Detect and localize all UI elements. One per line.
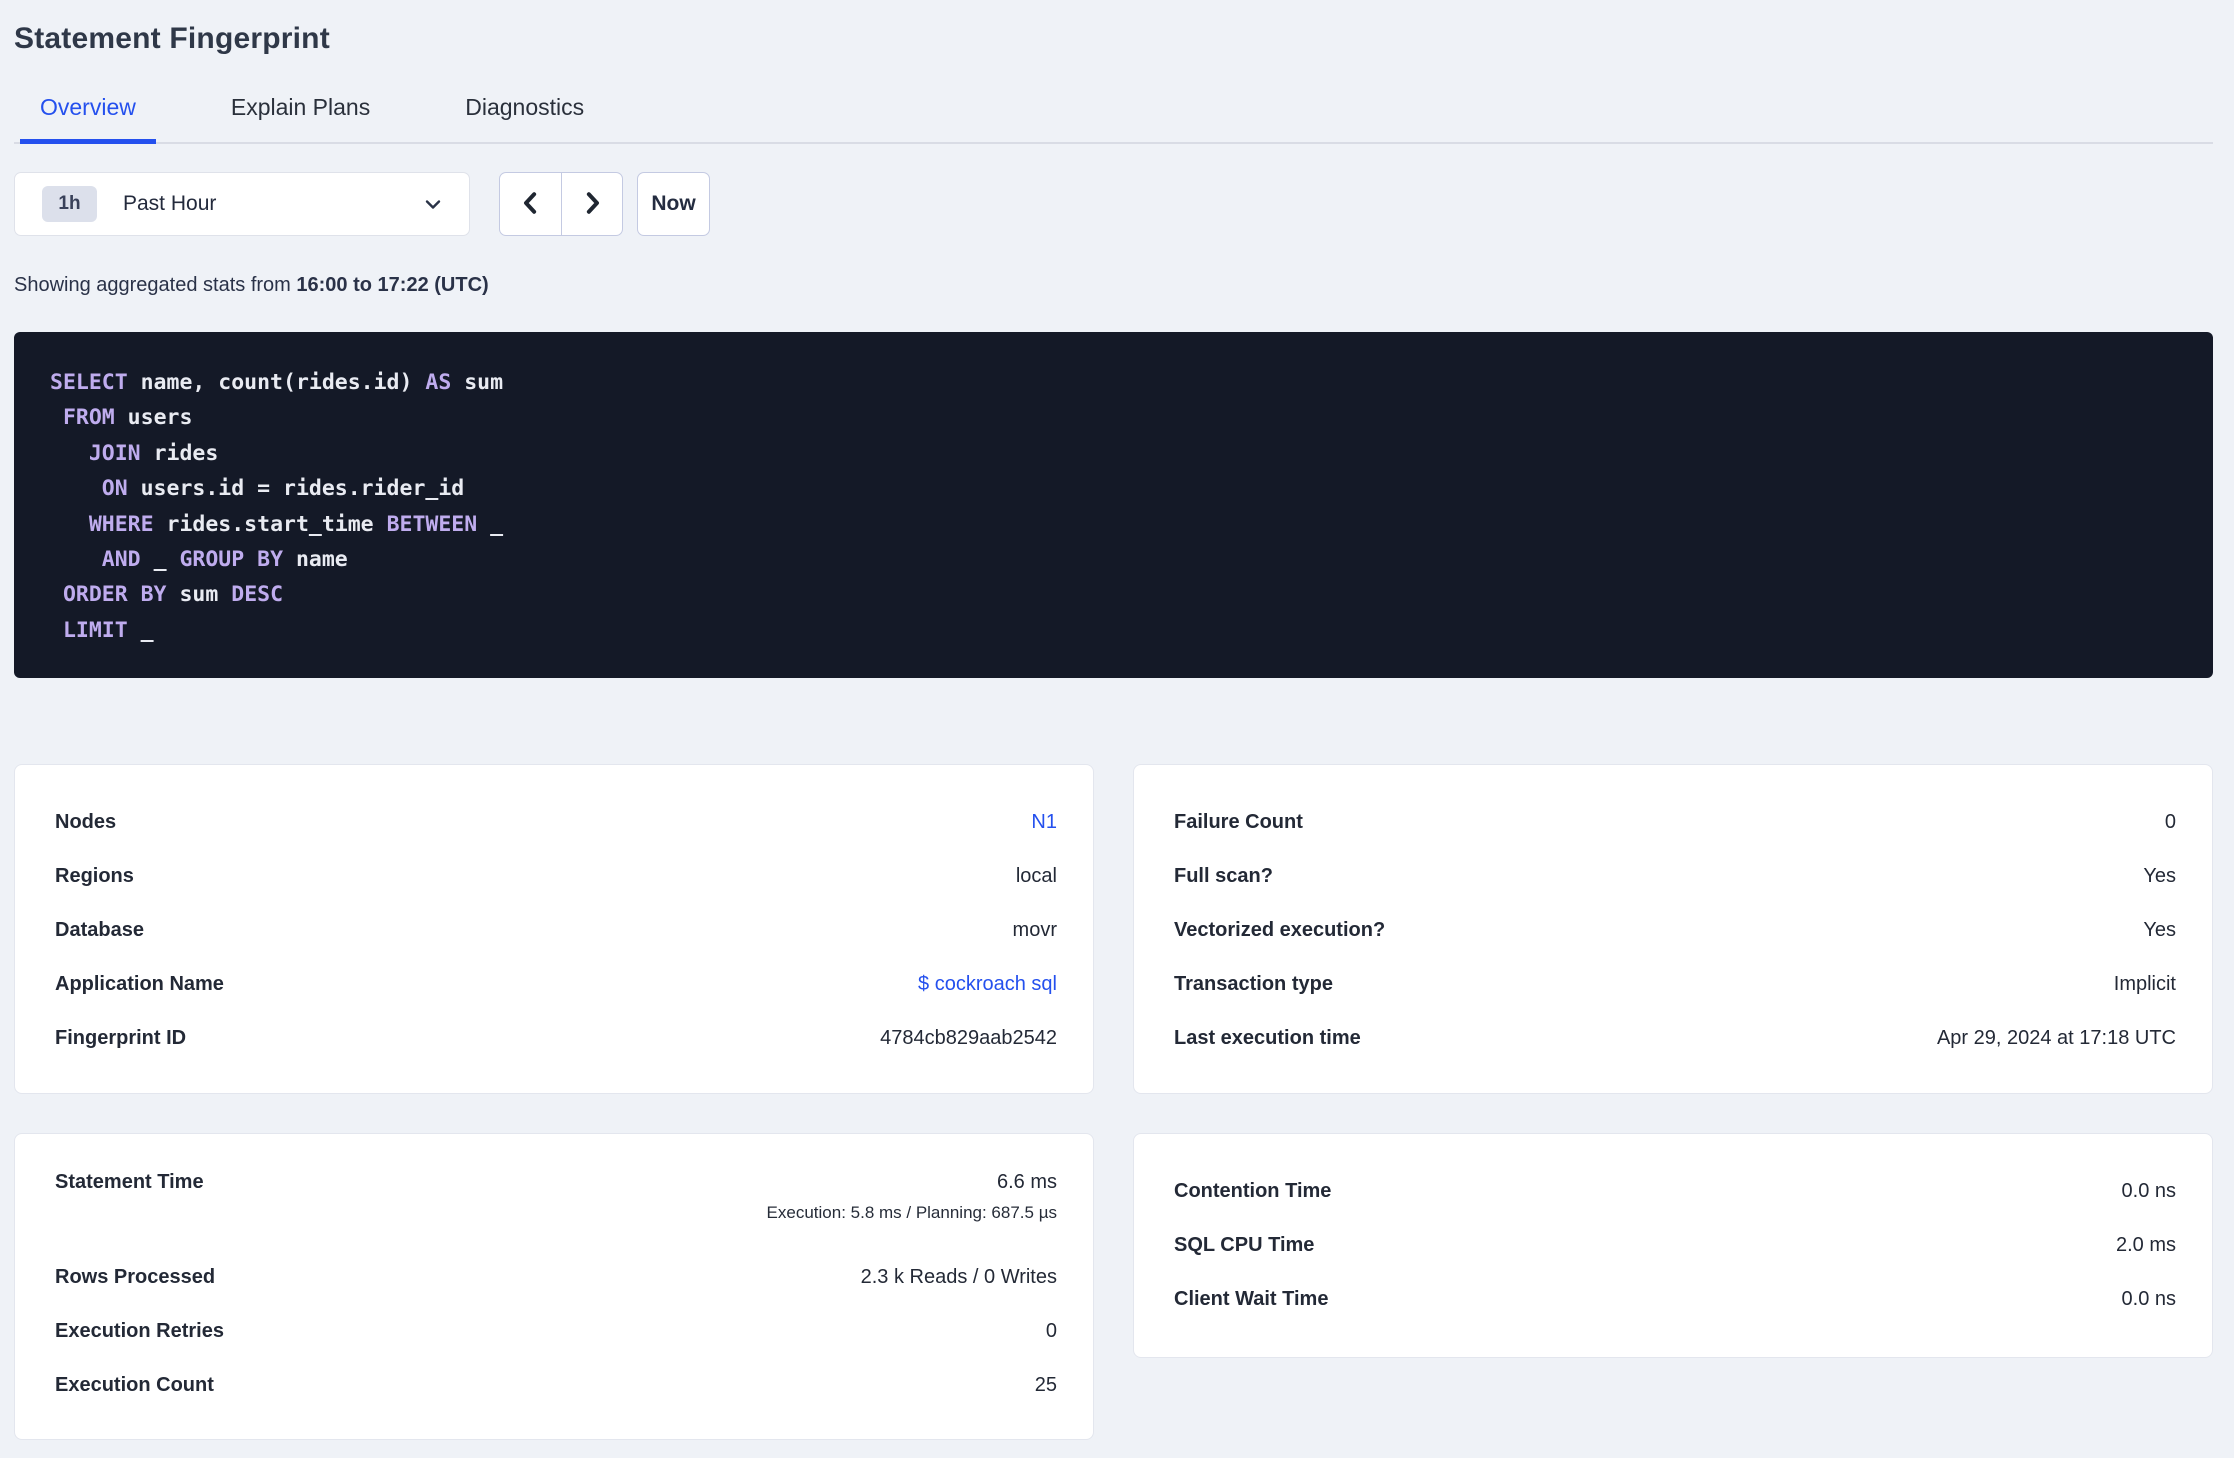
- row-full-scan: Full scan? Yes: [1174, 849, 2176, 903]
- row-value: 4784cb829aab2542: [880, 1026, 1057, 1049]
- row-label: Rows Processed: [55, 1265, 216, 1288]
- row-label: Client Wait Time: [1174, 1287, 1329, 1310]
- row-failure-count: Failure Count 0: [1174, 795, 2176, 849]
- tab-overview[interactable]: Overview: [20, 94, 156, 144]
- row-value: 25: [1034, 1373, 1057, 1396]
- row-execution-count: Execution Count 25: [55, 1358, 1057, 1412]
- row-value: Yes: [2143, 864, 2176, 887]
- chevron-left-icon: [516, 188, 546, 221]
- chevron-right-icon: [577, 188, 607, 221]
- row-value: Implicit: [2113, 972, 2176, 995]
- row-label: Vectorized execution?: [1174, 918, 1386, 941]
- row-value: 0.0 ns: [2121, 1179, 2176, 1202]
- row-value: 2.0 ms: [2115, 1233, 2176, 1256]
- row-value: 0: [1045, 1319, 1057, 1342]
- prev-time-button[interactable]: [500, 173, 561, 235]
- row-vectorized-execution: Vectorized execution? Yes: [1174, 903, 2176, 957]
- time-step-button-group: [499, 172, 623, 236]
- row-label: Contention Time: [1174, 1179, 1332, 1202]
- row-fingerprint-id: Fingerprint ID 4784cb829aab2542: [55, 1011, 1057, 1065]
- row-rows-processed: Rows Processed 2.3 k Reads / 0 Writes: [55, 1250, 1057, 1304]
- row-value: 0.0 ns: [2121, 1287, 2176, 1310]
- row-label: Transaction type: [1174, 972, 1333, 995]
- row-application-name: Application Name $ cockroach sql: [55, 957, 1057, 1011]
- row-label: Nodes: [55, 810, 117, 833]
- row-subvalue: Execution: 5.8 ms / Planning: 687.5 µs: [766, 1203, 1057, 1222]
- row-label: SQL CPU Time: [1174, 1233, 1315, 1256]
- chevron-down-icon: [421, 192, 445, 216]
- now-button[interactable]: Now: [637, 172, 710, 236]
- tab-diagnostics[interactable]: Diagnostics: [445, 94, 604, 142]
- row-last-execution-time: Last execution time Apr 29, 2024 at 17:1…: [1174, 1011, 2176, 1065]
- next-time-button[interactable]: [561, 173, 622, 235]
- time-range-dropdown[interactable]: 1h Past Hour: [14, 172, 470, 236]
- row-value: 6.6 ms: [996, 1171, 1057, 1193]
- stats-range-text: 16:00 to 17:22 (UTC): [296, 274, 489, 296]
- row-regions: Regions local: [55, 849, 1057, 903]
- row-label: Failure Count: [1174, 810, 1303, 833]
- time-controls: 1h Past Hour Now: [14, 172, 2213, 236]
- timing-cards-row: Statement Time 6.6 ms Execution: 5.8 ms …: [14, 1133, 2213, 1440]
- stats-caption-prefix: Showing aggregated stats from: [14, 274, 297, 296]
- statement-fingerprint-page: Statement Fingerprint Overview Explain P…: [0, 0, 2234, 1440]
- sql-statement-box: SELECT name, count(rides.id) AS sum FROM…: [14, 332, 2213, 678]
- row-label: Last execution time: [1174, 1026, 1361, 1049]
- row-label: Execution Count: [55, 1373, 214, 1396]
- row-label: Fingerprint ID: [55, 1026, 187, 1049]
- row-value-group: 6.6 ms Execution: 5.8 ms / Planning: 687…: [767, 1171, 1057, 1223]
- time-range-label: Past Hour: [123, 192, 217, 215]
- nodes-link[interactable]: N1: [1031, 811, 1057, 834]
- row-label: Statement Time: [55, 1171, 204, 1193]
- row-statement-time: Statement Time 6.6 ms Execution: 5.8 ms …: [55, 1164, 1057, 1250]
- row-value: 0: [2164, 810, 2176, 833]
- tab-bar: Overview Explain Plans Diagnostics: [14, 94, 2213, 144]
- row-label: Application Name: [55, 972, 224, 995]
- execution-details-card: Failure Count 0 Full scan? Yes Vectorize…: [1133, 764, 2213, 1094]
- row-contention-time: Contention Time 0.0 ns: [1174, 1164, 2176, 1218]
- sql-statement-text: SELECT name, count(rides.id) AS sum FROM…: [50, 370, 504, 643]
- aggregated-stats-caption: Showing aggregated stats from 16:00 to 1…: [14, 274, 2213, 297]
- row-label: Database: [55, 918, 144, 941]
- row-sql-cpu-time: SQL CPU Time 2.0 ms: [1174, 1218, 2176, 1272]
- wait-time-card: Contention Time 0.0 ns SQL CPU Time 2.0 …: [1133, 1133, 2213, 1358]
- row-value: Yes: [2143, 918, 2176, 941]
- row-label: Execution Retries: [55, 1319, 224, 1342]
- row-label: Regions: [55, 864, 134, 887]
- row-client-wait-time: Client Wait Time 0.0 ns: [1174, 1272, 2176, 1326]
- overview-cards-row: Nodes N1 Regions local Database movr App…: [14, 764, 2213, 1094]
- tab-explain-plans[interactable]: Explain Plans: [211, 94, 390, 142]
- row-database: Database movr: [55, 903, 1057, 957]
- row-value: movr: [1012, 918, 1057, 941]
- row-execution-retries: Execution Retries 0: [55, 1304, 1057, 1358]
- statement-details-card: Nodes N1 Regions local Database movr App…: [14, 764, 1094, 1094]
- time-interval-badge: 1h: [42, 186, 97, 222]
- application-name-link[interactable]: $ cockroach sql: [918, 973, 1057, 996]
- row-label: Full scan?: [1174, 864, 1273, 887]
- row-value: 2.3 k Reads / 0 Writes: [860, 1265, 1057, 1288]
- row-nodes: Nodes N1: [55, 795, 1057, 849]
- row-value: local: [1015, 864, 1057, 887]
- row-transaction-type: Transaction type Implicit: [1174, 957, 2176, 1011]
- row-value: Apr 29, 2024 at 17:18 UTC: [1936, 1026, 2176, 1049]
- statement-time-card: Statement Time 6.6 ms Execution: 5.8 ms …: [14, 1133, 1094, 1440]
- page-title: Statement Fingerprint: [14, 22, 330, 55]
